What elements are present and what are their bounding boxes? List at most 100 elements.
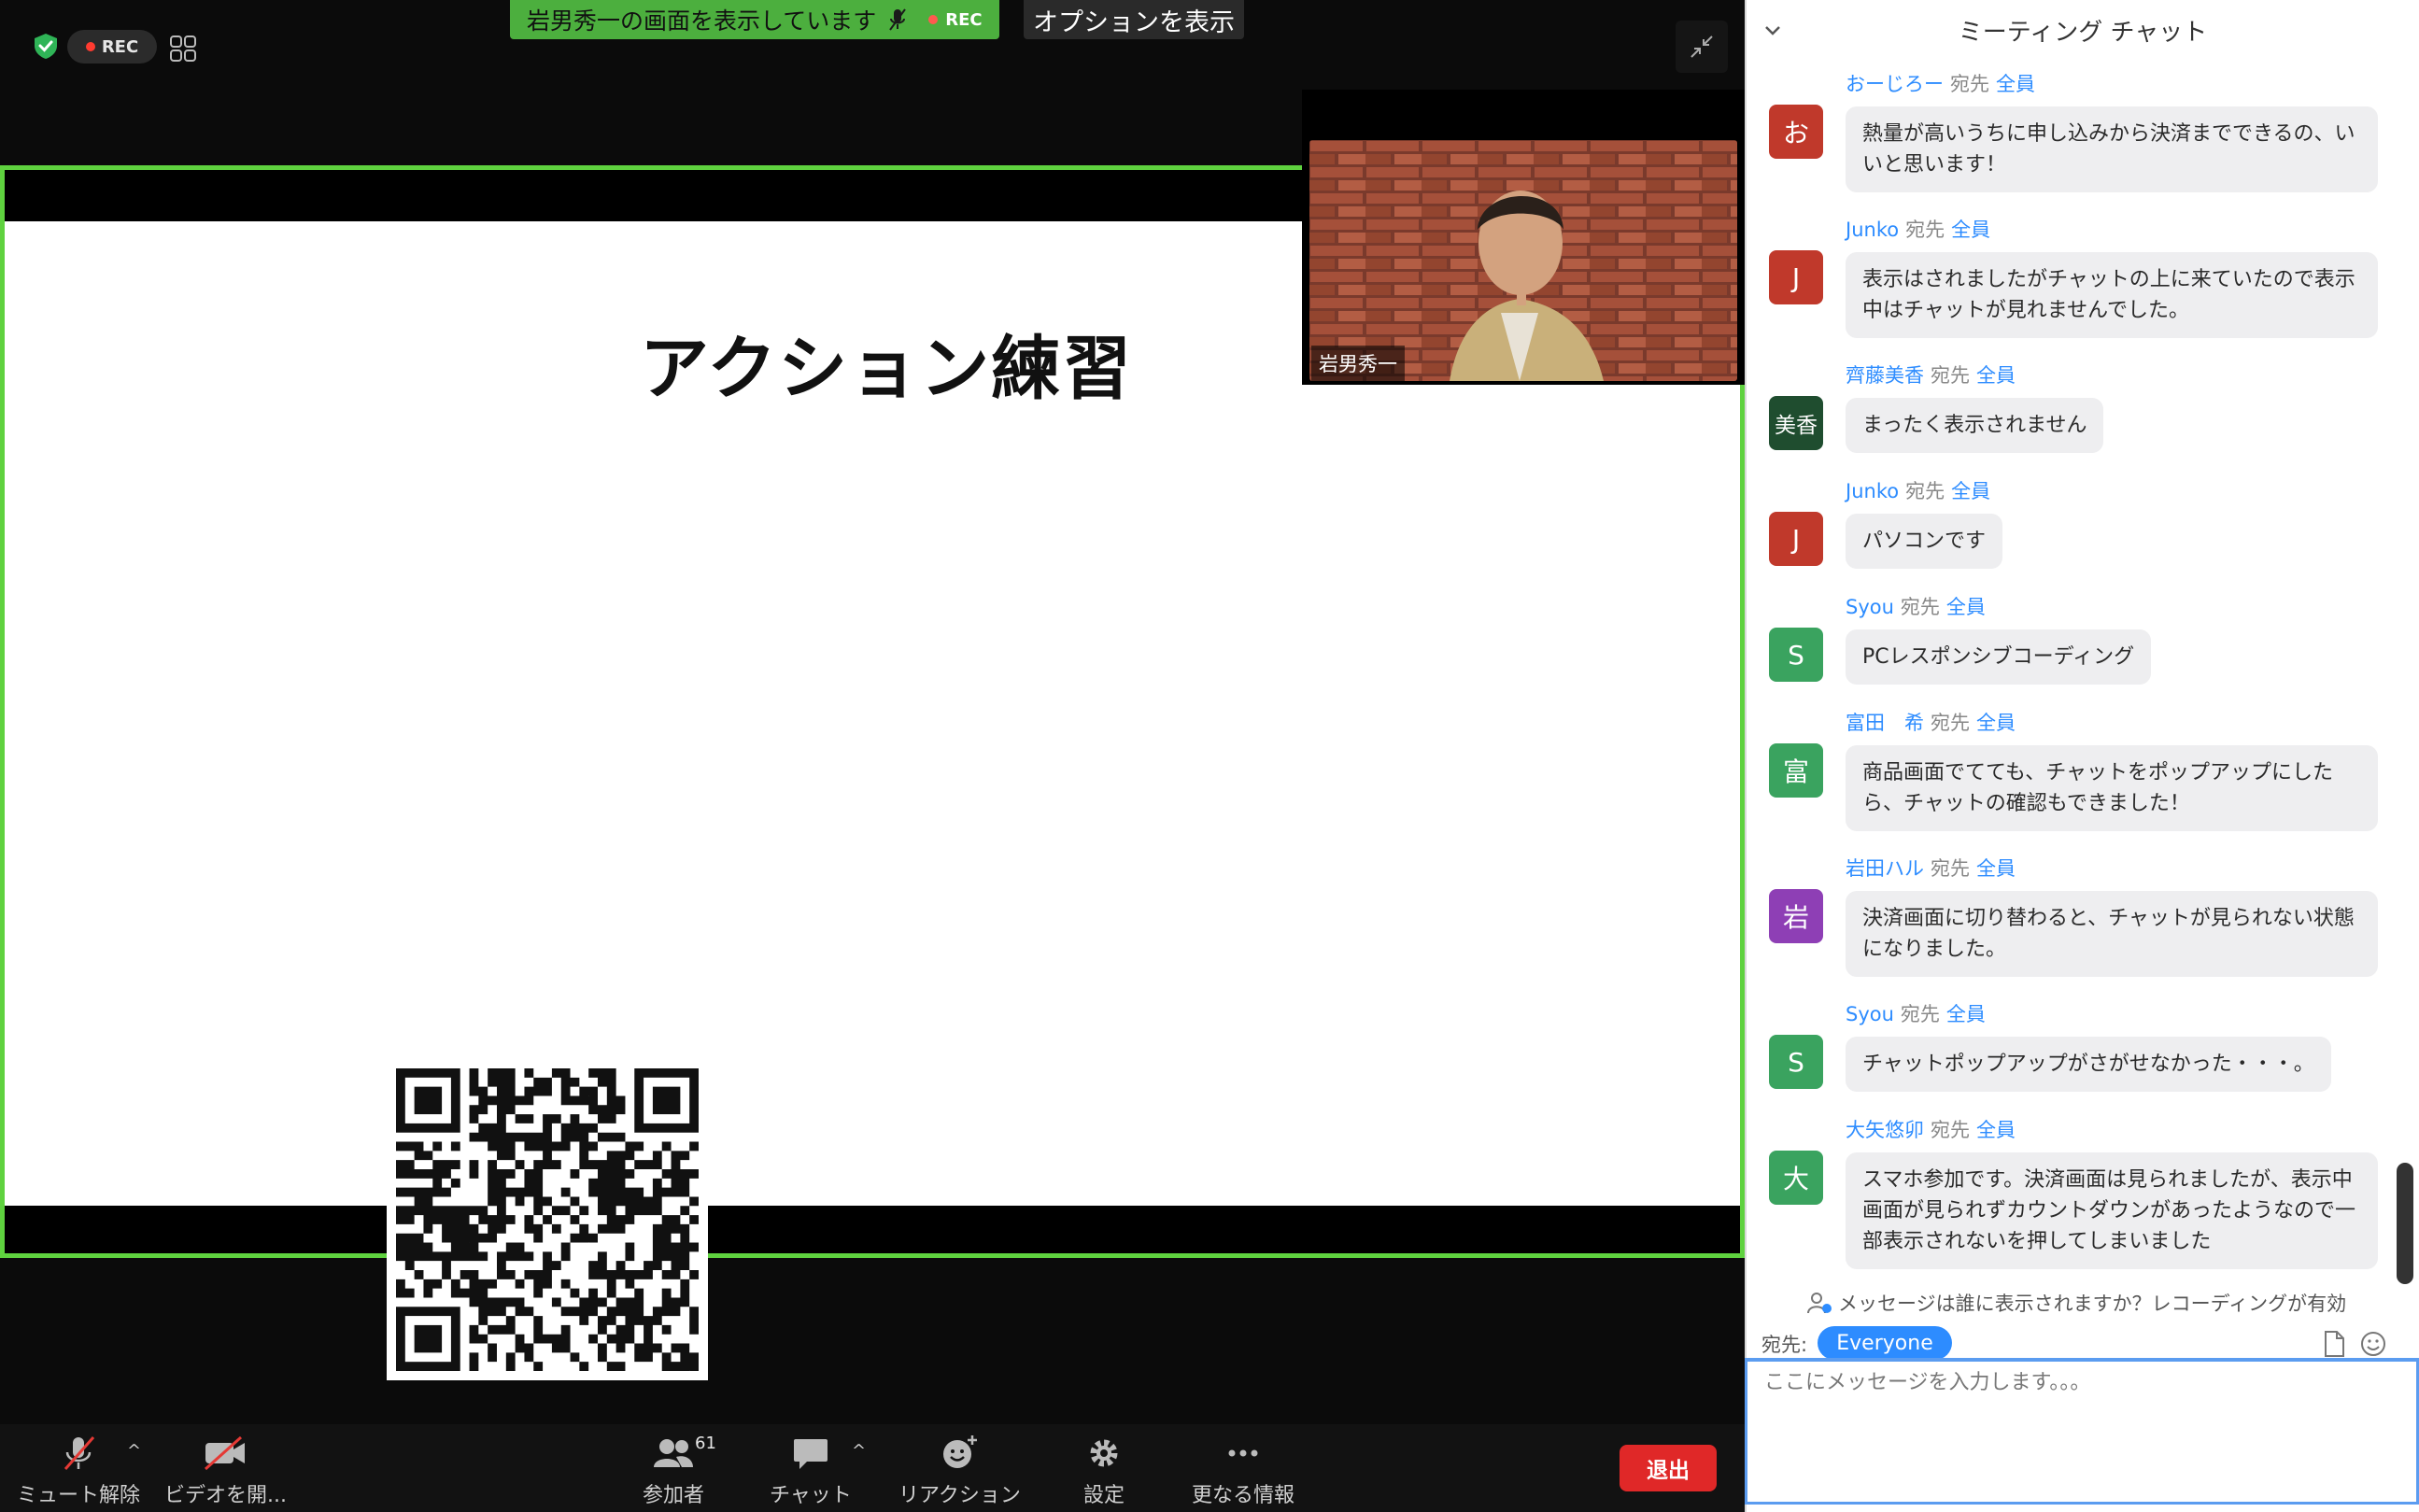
leave-meeting-button[interactable]: 退出	[1620, 1445, 1717, 1491]
view-options-button[interactable]: オプションを表示	[1024, 0, 1244, 39]
video-off-icon	[205, 1435, 246, 1471]
chat-message-input[interactable]	[1747, 1362, 2416, 1502]
exit-fullscreen-button[interactable]	[1676, 21, 1728, 73]
message-target[interactable]: 全員	[1976, 364, 2016, 387]
message-sender[interactable]: 齊藤美香	[1846, 364, 1924, 387]
reactions-button[interactable]: リアクション	[898, 1434, 1021, 1508]
settings-label: 設定	[1083, 1484, 1125, 1507]
message-to-word: 宛先	[1931, 857, 1970, 880]
grid-view-icon[interactable]	[168, 34, 198, 64]
chat-message-input-box	[1745, 1358, 2419, 1505]
message-target[interactable]: 全員	[1976, 712, 2016, 734]
more-dots-icon	[1228, 1449, 1258, 1457]
message-bubble: 商品画面でてても、チャットをポップアップにしたら、チャットの確認もできました！	[1846, 745, 2378, 831]
slide-title: アクション練習	[640, 329, 1134, 409]
meeting-chat-panel: ミーティング チャット おーじろー 宛先 全員 お 熱量が高いうちに申し込みから決済…	[1745, 0, 2419, 1512]
participant-name-label: 岩男秀一	[1311, 346, 1405, 381]
file-icon[interactable]	[2322, 1330, 2346, 1358]
participants-count: 61	[695, 1434, 716, 1453]
message-meta: 齊藤美香 宛先 全員	[1846, 360, 2016, 389]
unmute-button[interactable]: ミュート解除	[17, 1434, 140, 1508]
message-bubble: スマホ参加です。決済画面は見られましたが、表示中画面が見られずカウントダウンがあ…	[1846, 1152, 2378, 1269]
share-banner-text: 岩男秀一の画面を表示しています	[527, 7, 877, 35]
avatar: J	[1769, 250, 1823, 304]
avatar: J	[1769, 512, 1823, 566]
chat-bubble-icon	[793, 1439, 828, 1469]
screen-share-banner: 岩男秀一の画面を表示しています REC	[510, 0, 999, 39]
participants-icon	[654, 1439, 693, 1467]
rec-label: REC	[101, 36, 139, 57]
unmute-label: ミュート解除	[17, 1484, 141, 1507]
chat-title: ミーティング チャット	[1958, 18, 2208, 47]
video-label: ビデオを開...	[164, 1484, 287, 1507]
message-sender[interactable]: Junko	[1846, 480, 1899, 502]
message-sender[interactable]: おーじろー	[1846, 73, 1944, 95]
message-to-word: 宛先	[1905, 480, 1945, 502]
chat-message-list[interactable]: おーじろー 宛先 全員 お 熱量が高いうちに申し込みから決済までできるの、いいと思い…	[1747, 67, 2400, 1281]
qr-code-pattern	[396, 1068, 699, 1371]
mic-off-icon	[64, 1436, 95, 1470]
qr-code	[387, 1059, 708, 1380]
message-target[interactable]: 全員	[1996, 73, 2035, 95]
shield-check-icon[interactable]	[32, 32, 60, 60]
message-meta: Junko 宛先 全員	[1846, 476, 1990, 504]
message-target[interactable]: 全員	[1951, 480, 1990, 502]
message-sender[interactable]: 富田 希	[1846, 712, 1924, 734]
message-to-word: 宛先	[1931, 364, 1970, 387]
recipient-label: 宛先:	[1761, 1334, 1808, 1356]
message-target[interactable]: 全員	[1946, 596, 1986, 618]
chat-header: ミーティング チャット	[1747, 0, 2419, 60]
meeting-toolbar: ミュート解除 ^ ビデオを開... 参加者 61 チャット ^ リアクション 設…	[0, 1424, 1745, 1512]
settings-button[interactable]: 設定	[1083, 1434, 1125, 1508]
message-bubble: チャットポップアップがさがせなかった・・・。	[1846, 1037, 2331, 1092]
avatar: お	[1769, 105, 1823, 159]
message-meta: Syou 宛先 全員	[1846, 592, 1986, 620]
message-meta: Syou 宛先 全員	[1846, 999, 1986, 1027]
message-sender[interactable]: 岩田ハル	[1846, 857, 1924, 880]
audio-options-caret[interactable]: ^	[127, 1441, 141, 1461]
participant-video-tile[interactable]: 岩男秀一	[1302, 90, 1745, 385]
message-bubble: パソコンです	[1846, 514, 2003, 569]
avatar: 大	[1769, 1151, 1823, 1205]
message-bubble: 熱量が高いうちに申し込みから決済までできるの、いいと思います！	[1846, 106, 2378, 192]
recording-indicator[interactable]: REC	[67, 30, 157, 64]
message-sender[interactable]: Syou	[1846, 596, 1894, 618]
chevron-down-icon[interactable]	[1761, 19, 1784, 41]
reaction-smile-icon	[943, 1435, 978, 1468]
message-bubble: まったく表示されません	[1846, 398, 2104, 453]
message-bubble: 表示はされましたがチャットの上に来ていたので表示中はチャットが見れませんでした。	[1846, 252, 2378, 338]
message-meta: 大矢悠卯 宛先 全員	[1846, 1115, 2016, 1143]
avatar: 富	[1769, 743, 1823, 798]
chat-visibility-note[interactable]: メッセージは誰に表示されますか？レコーディングが有効	[1806, 1289, 2346, 1317]
message-meta: Junko 宛先 全員	[1846, 215, 1990, 243]
emoji-icon[interactable]	[2359, 1330, 2387, 1358]
chat-options-caret[interactable]: ^	[852, 1441, 866, 1461]
message-target[interactable]: 全員	[1946, 1003, 1986, 1025]
message-target[interactable]: 全員	[1951, 219, 1990, 241]
chat-button[interactable]: チャット	[770, 1434, 852, 1508]
avatar: S	[1769, 628, 1823, 682]
meeting-view: REC 岩男秀一の画面を表示しています REC オプションを表示 アクション練習	[0, 0, 1745, 1512]
more-button[interactable]: 更なる情報	[1192, 1434, 1294, 1508]
participants-label: 参加者	[643, 1484, 705, 1507]
message-sender[interactable]: Syou	[1846, 1003, 1894, 1025]
start-video-button[interactable]: ビデオを開...	[164, 1434, 287, 1508]
recipient-select[interactable]: Everyone	[1818, 1326, 1952, 1360]
message-meta: おーじろー 宛先 全員	[1846, 69, 2035, 97]
message-sender[interactable]: Junko	[1846, 219, 1899, 241]
message-meta: 富田 希宛先 全員	[1846, 708, 2016, 736]
mic-muted-icon	[889, 8, 907, 31]
reactions-label: リアクション	[898, 1484, 1021, 1507]
message-to-word: 宛先	[1931, 1119, 1970, 1141]
avatar: 岩	[1769, 889, 1823, 943]
message-target[interactable]: 全員	[1976, 1119, 2016, 1141]
chat-scrollbar[interactable]	[2397, 1163, 2413, 1284]
message-to-word: 宛先	[1900, 1003, 1940, 1025]
message-target[interactable]: 全員	[1976, 857, 2016, 880]
avatar: S	[1769, 1035, 1823, 1089]
rec-dot-icon	[85, 42, 95, 51]
banner-rec-dot-icon	[928, 15, 939, 24]
message-to-word: 宛先	[1905, 219, 1945, 241]
message-sender[interactable]: 大矢悠卯	[1846, 1119, 1924, 1141]
avatar: 美香	[1769, 396, 1823, 450]
